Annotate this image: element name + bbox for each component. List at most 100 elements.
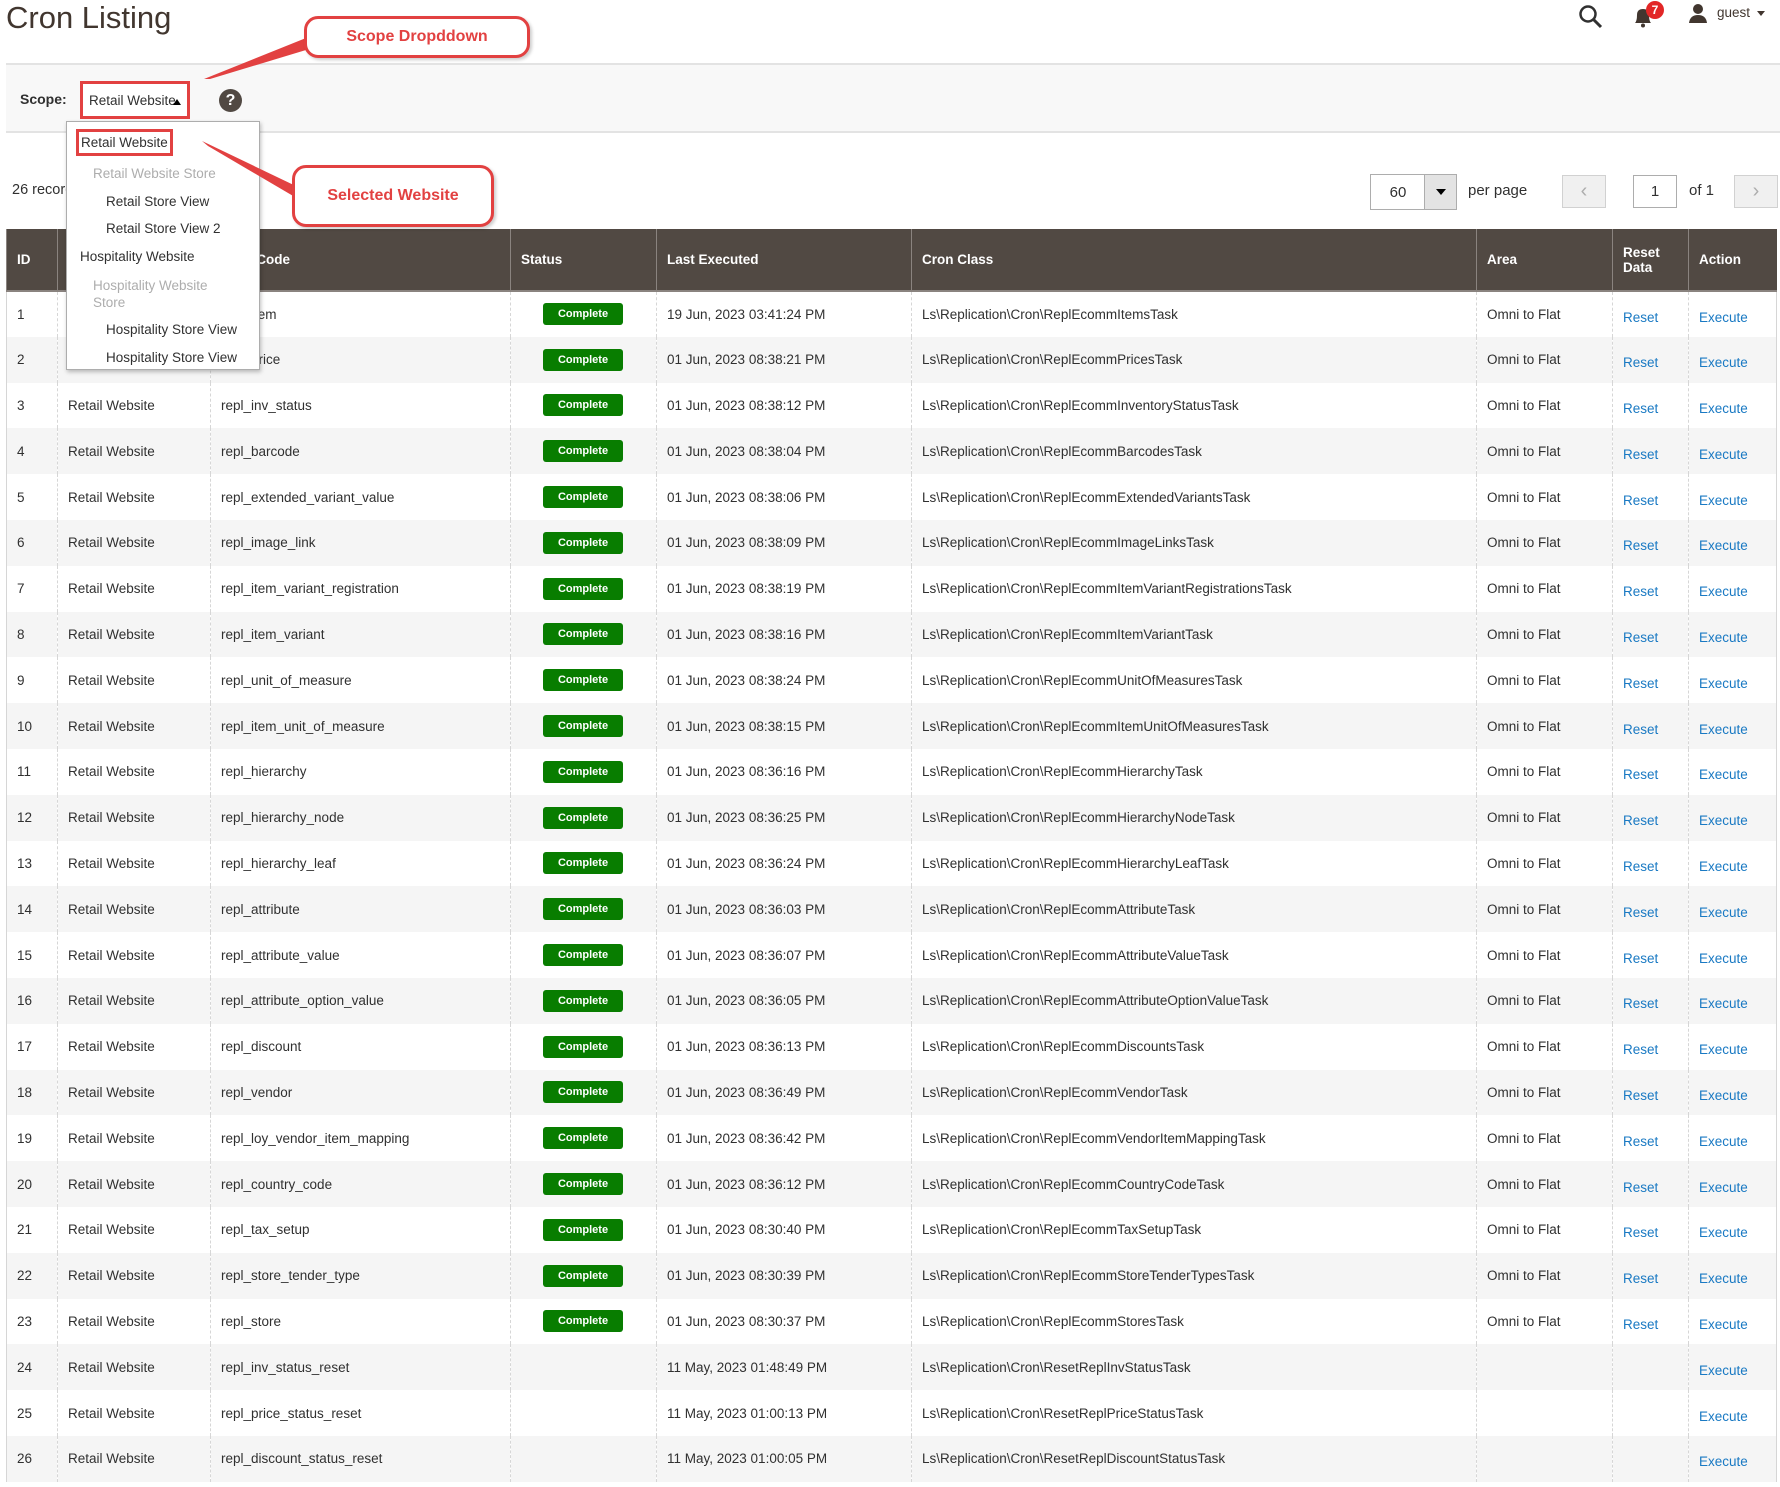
cell-area: Omni to Flat <box>1476 748 1613 795</box>
reset-link[interactable]: Reset <box>1623 584 1658 599</box>
execute-link[interactable]: Execute <box>1699 584 1748 599</box>
execute-link[interactable]: Execute <box>1699 1454 1748 1469</box>
reset-link[interactable]: Reset <box>1623 447 1658 462</box>
execute-link[interactable]: Execute <box>1699 905 1748 920</box>
execute-link[interactable]: Execute <box>1699 1180 1748 1195</box>
reset-link[interactable]: Reset <box>1623 676 1658 691</box>
reset-link[interactable]: Reset <box>1623 905 1658 920</box>
reset-link[interactable]: Reset <box>1623 813 1658 828</box>
per-page-select[interactable]: 60 <box>1370 174 1457 210</box>
execute-link[interactable]: Execute <box>1699 1271 1748 1286</box>
execute-link[interactable]: Execute <box>1699 859 1748 874</box>
status-badge: Complete <box>543 1264 623 1287</box>
execute-link[interactable]: Execute <box>1699 310 1748 325</box>
cell-reset: Reset <box>1612 519 1689 566</box>
reset-link[interactable]: Reset <box>1623 1042 1658 1057</box>
column-header-status[interactable]: Status <box>510 229 657 292</box>
prev-page-button[interactable]: ‹ <box>1562 175 1606 208</box>
reset-link[interactable]: Reset <box>1623 355 1658 370</box>
table-row: 25 Retail Website repl_price_status_reset 1… <box>6 1390 1777 1436</box>
cell-area: Omni to Flat <box>1476 977 1613 1024</box>
reset-link[interactable]: Reset <box>1623 1180 1658 1195</box>
column-header-last-executed[interactable]: Last Executed <box>656 229 912 292</box>
cell-last-executed-text: 01 Jun, 2023 08:36:16 PM <box>667 764 826 780</box>
execute-link[interactable]: Execute <box>1699 722 1748 737</box>
chevron-down-icon[interactable] <box>1424 175 1456 209</box>
cell-cron-code-text: repl_store <box>221 1313 282 1329</box>
scope-option-retail-website[interactable]: Retail Website <box>76 129 173 156</box>
execute-link[interactable]: Execute <box>1699 1363 1748 1378</box>
cell-reset <box>1612 1390 1689 1436</box>
cell-store-text: Retail Website <box>68 718 155 734</box>
execute-link[interactable]: Execute <box>1699 538 1748 553</box>
column-header-id[interactable]: ID <box>6 229 58 292</box>
cell-cron-class-text: Ls\Replication\Cron\ReplEcommAttributeOp… <box>922 993 1269 1009</box>
column-header-area[interactable]: Area <box>1476 229 1613 292</box>
cell-cron-class-text: Ls\Replication\Cron\ResetReplPriceStatus… <box>922 1405 1204 1421</box>
user-menu[interactable]: guest <box>1717 5 1750 20</box>
cell-id: 9 <box>6 657 58 704</box>
execute-link[interactable]: Execute <box>1699 1317 1748 1332</box>
cell-cron-code-text: repl_hierarchy <box>221 764 307 780</box>
cell-action: Execute <box>1688 519 1777 566</box>
next-page-button[interactable]: › <box>1734 175 1778 208</box>
help-icon[interactable]: ? <box>219 89 242 112</box>
execute-link[interactable]: Execute <box>1699 1409 1748 1424</box>
reset-link[interactable]: Reset <box>1623 1088 1658 1103</box>
execute-link[interactable]: Execute <box>1699 493 1748 508</box>
reset-link[interactable]: Reset <box>1623 722 1658 737</box>
cell-last-executed: 01 Jun, 2023 08:38:12 PM <box>656 382 912 429</box>
status-badge: Complete <box>543 348 623 371</box>
reset-link[interactable]: Reset <box>1623 1225 1658 1240</box>
reset-link[interactable]: Reset <box>1623 630 1658 645</box>
cell-store: Retail Website <box>57 611 211 658</box>
reset-link[interactable]: Reset <box>1623 310 1658 325</box>
execute-link[interactable]: Execute <box>1699 401 1748 416</box>
execute-link[interactable]: Execute <box>1699 1225 1748 1240</box>
cell-last-executed-text: 11 May, 2023 01:48:49 PM <box>667 1359 828 1375</box>
execute-link[interactable]: Execute <box>1699 813 1748 828</box>
execute-link[interactable]: Execute <box>1699 996 1748 1011</box>
reset-link[interactable]: Reset <box>1623 1317 1658 1332</box>
reset-link[interactable]: Reset <box>1623 859 1658 874</box>
reset-link[interactable]: Reset <box>1623 401 1658 416</box>
user-icon[interactable] <box>1688 3 1708 23</box>
execute-link[interactable]: Execute <box>1699 676 1748 691</box>
scope-option-hospitality-website[interactable]: Hospitality Website <box>80 249 195 264</box>
cell-cron-class-text: Ls\Replication\Cron\ReplEcommAttributeVa… <box>922 947 1229 963</box>
cell-store: Retail Website <box>57 1115 211 1162</box>
execute-link[interactable]: Execute <box>1699 1042 1748 1057</box>
cell-last-executed-text: 01 Jun, 2023 08:36:24 PM <box>667 855 826 871</box>
search-icon[interactable] <box>1578 4 1604 30</box>
scope-option-hospitality-store-view-2[interactable]: Hospitality Store View <box>106 350 237 365</box>
reset-link[interactable]: Reset <box>1623 493 1658 508</box>
execute-link[interactable]: Execute <box>1699 630 1748 645</box>
execute-link[interactable]: Execute <box>1699 767 1748 782</box>
reset-link[interactable]: Reset <box>1623 951 1658 966</box>
execute-link[interactable]: Execute <box>1699 1134 1748 1149</box>
cell-area-text: Omni to Flat <box>1487 581 1561 597</box>
reset-link[interactable]: Reset <box>1623 538 1658 553</box>
chevron-down-icon[interactable] <box>1757 11 1765 16</box>
scope-option-retail-store-view[interactable]: Retail Store View <box>106 194 209 209</box>
column-header-action[interactable]: Action <box>1688 229 1777 292</box>
cell-reset: Reset <box>1612 428 1689 475</box>
execute-link[interactable]: Execute <box>1699 447 1748 462</box>
cell-id: 19 <box>6 1115 58 1162</box>
execute-link[interactable]: Execute <box>1699 1088 1748 1103</box>
cell-status <box>510 1390 657 1436</box>
scope-dropdown[interactable]: Retail Website <box>80 81 190 119</box>
reset-link[interactable]: Reset <box>1623 1134 1658 1149</box>
cell-action: Execute <box>1688 428 1777 475</box>
cell-cron-class-text: Ls\Replication\Cron\ReplEcommBarcodesTas… <box>922 443 1202 459</box>
execute-link[interactable]: Execute <box>1699 951 1748 966</box>
reset-link[interactable]: Reset <box>1623 996 1658 1011</box>
scope-option-retail-store-view-2[interactable]: Retail Store View 2 <box>106 221 221 236</box>
page-number-input[interactable]: 1 <box>1633 175 1677 208</box>
scope-option-hospitality-store-view[interactable]: Hospitality Store View <box>106 322 237 337</box>
column-header-cron-class[interactable]: Cron Class <box>911 229 1477 292</box>
reset-link[interactable]: Reset <box>1623 1271 1658 1286</box>
execute-link[interactable]: Execute <box>1699 355 1748 370</box>
column-header-reset-data[interactable]: Reset Data <box>1612 229 1689 292</box>
reset-link[interactable]: Reset <box>1623 767 1658 782</box>
